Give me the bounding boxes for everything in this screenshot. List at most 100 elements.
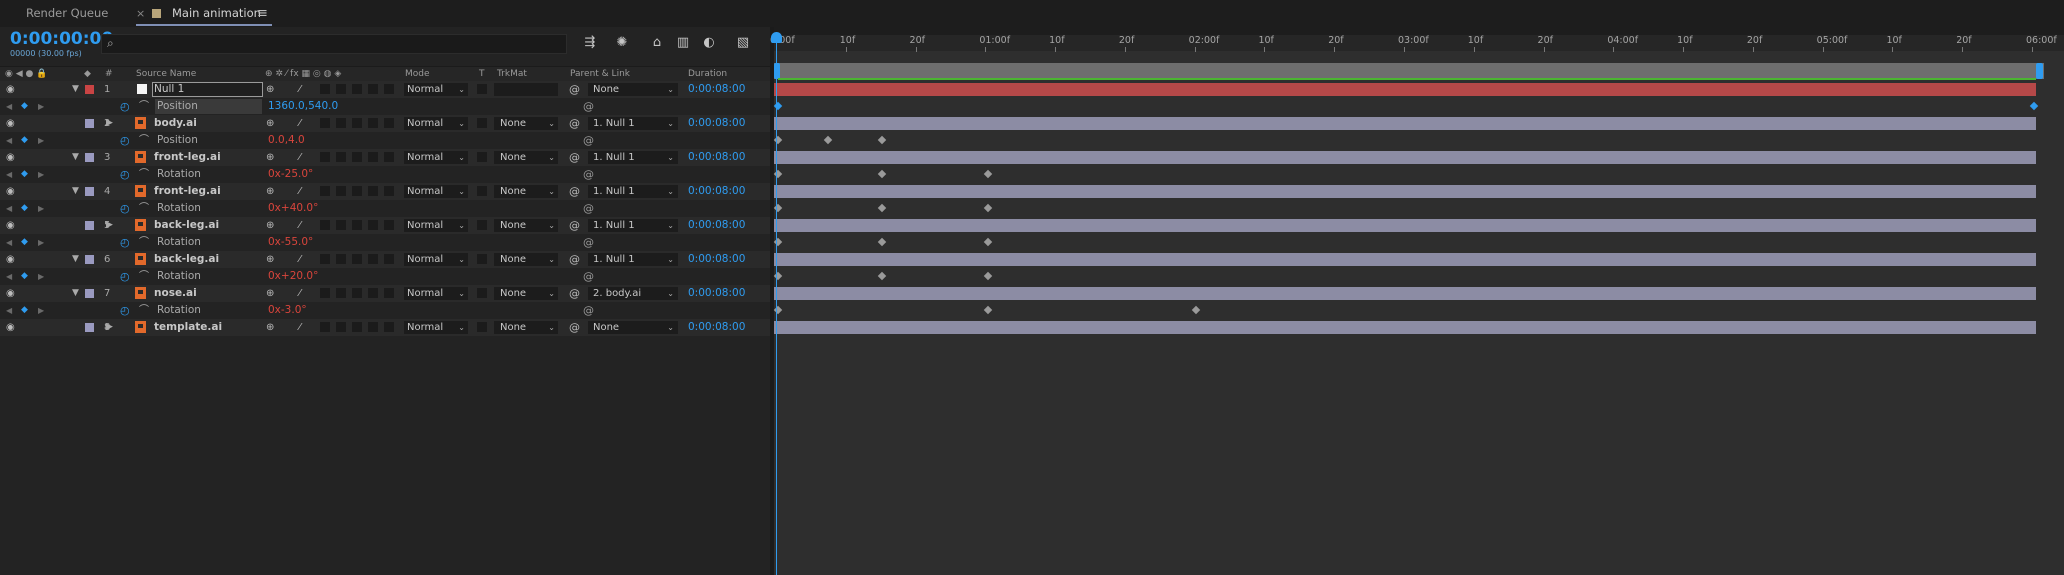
next-keyframe-icon[interactable]: ▶ <box>38 200 44 217</box>
switch-box[interactable] <box>384 152 394 162</box>
add-keyframe-icon[interactable]: ◆ <box>21 302 28 319</box>
parent-dropdown[interactable]: 1. Null 1 ⌄ <box>588 185 678 198</box>
collapse-switch-icon[interactable]: ⊕ <box>266 285 274 302</box>
switch-box[interactable] <box>320 288 330 298</box>
eye-icon[interactable]: ◉ <box>6 319 15 336</box>
property-name[interactable]: Rotation <box>157 166 201 183</box>
property-name[interactable]: Rotation <box>157 268 201 285</box>
expression-pickwhip-icon[interactable]: @ <box>583 302 594 319</box>
pickwhip-icon[interactable]: @ <box>569 217 580 234</box>
switch-box[interactable] <box>352 254 362 264</box>
work-area-start-handle[interactable] <box>774 63 780 79</box>
layer-name[interactable]: back-leg.ai <box>154 251 219 268</box>
column-duration[interactable]: Duration <box>688 67 727 81</box>
switch-box[interactable] <box>320 322 330 332</box>
layer-duration-bar[interactable] <box>774 83 2036 96</box>
switch-box[interactable] <box>336 152 346 162</box>
property-row[interactable]: ◀ ◆ ▶ ◴ ⌒ Rotation 0x-3.0° @ <box>0 302 770 319</box>
quality-switch-icon[interactable]: ⁄ <box>299 183 301 200</box>
collapse-switch-icon[interactable]: ⊕ <box>266 251 274 268</box>
layer-row[interactable]: ◉ ▶ 2 body.ai ⊕ ⁄ Normal ⌄ None ⌄ @1. Null 1 ⌄ 0:00:… <box>0 115 770 132</box>
switch-box[interactable] <box>336 118 346 128</box>
keyframe[interactable] <box>877 135 887 145</box>
quality-switch-icon[interactable]: ⁄ <box>299 115 301 132</box>
add-keyframe-icon[interactable]: ◆ <box>21 132 28 149</box>
graph-icon[interactable]: ⌒ <box>139 166 149 183</box>
parent-dropdown[interactable]: 1. Null 1 ⌄ <box>588 151 678 164</box>
keyframe[interactable] <box>983 305 992 315</box>
keyframe[interactable] <box>983 271 992 281</box>
shy-layers-icon[interactable]: ⌂ <box>648 33 666 53</box>
graph-icon[interactable]: ⌒ <box>139 132 149 149</box>
current-time-display[interactable]: 0:00:00:00 <box>10 29 113 49</box>
search-input[interactable]: ⌕ <box>101 34 567 54</box>
mode-dropdown[interactable]: Normal ⌄ <box>404 185 468 198</box>
property-value[interactable]: 0x-3.0° <box>268 302 307 319</box>
property-value[interactable]: 0x-25.0° <box>268 166 313 183</box>
switch-box[interactable] <box>320 254 330 264</box>
twirl-down-icon[interactable]: ▼ <box>72 251 79 268</box>
trkmat-dropdown[interactable]: None ⌄ <box>494 117 558 130</box>
label-color-swatch[interactable] <box>85 221 94 230</box>
switch-box[interactable] <box>384 220 394 230</box>
prev-keyframe-icon[interactable]: ◀ <box>6 268 12 285</box>
mode-dropdown[interactable]: Normal ⌄ <box>404 151 468 164</box>
property-row[interactable]: ◀ ◆ ▶ ◴ ⌒ Rotation 0x+40.0° @ <box>0 200 770 217</box>
property-value[interactable]: 0x+20.0° <box>268 268 318 285</box>
graph-editor-icon[interactable]: ▧ <box>734 33 752 53</box>
switch-box[interactable] <box>352 288 362 298</box>
trkmat-dropdown[interactable]: None ⌄ <box>494 287 558 300</box>
layer-name[interactable]: body.ai <box>154 115 197 132</box>
mode-dropdown[interactable]: Normal ⌄ <box>404 83 468 96</box>
twirl-down-icon[interactable]: ▼ <box>72 149 79 166</box>
prev-keyframe-icon[interactable]: ◀ <box>6 200 12 217</box>
trkmat-dropdown[interactable]: None ⌄ <box>494 219 558 232</box>
motion-blur-icon[interactable]: ◐ <box>700 33 718 53</box>
quality-switch-icon[interactable]: ⁄ <box>299 285 301 302</box>
layer-name[interactable]: template.ai <box>154 319 222 336</box>
switch-box[interactable] <box>368 322 378 332</box>
property-row[interactable]: ◀ ◆ ▶ ◴ ⌒ Rotation 0x-55.0° @ <box>0 234 770 251</box>
eye-icon[interactable]: ◉ <box>6 285 15 302</box>
next-keyframe-icon[interactable]: ▶ <box>38 302 44 319</box>
switch-box[interactable] <box>384 288 394 298</box>
current-time-indicator[interactable] <box>776 32 777 575</box>
preserve-transparency-box[interactable] <box>477 84 487 94</box>
switch-box[interactable] <box>384 322 394 332</box>
switch-box[interactable] <box>336 288 346 298</box>
switch-box[interactable] <box>384 118 394 128</box>
graph-icon[interactable]: ⌒ <box>139 302 149 319</box>
layer-duration-bar[interactable] <box>774 151 2036 164</box>
tab-render-queue[interactable]: Render Queue <box>26 0 108 27</box>
keyframe[interactable] <box>877 203 887 213</box>
expression-pickwhip-icon[interactable]: @ <box>583 98 594 115</box>
property-name[interactable]: Position <box>155 99 262 114</box>
switch-box[interactable] <box>368 254 378 264</box>
keyframe[interactable] <box>877 169 887 179</box>
expression-pickwhip-icon[interactable]: @ <box>583 200 594 217</box>
mode-dropdown[interactable]: Normal ⌄ <box>404 287 468 300</box>
mode-dropdown[interactable]: Normal ⌄ <box>404 253 468 266</box>
stopwatch-icon[interactable]: ◴ <box>120 98 130 115</box>
pickwhip-icon[interactable]: @ <box>569 81 580 98</box>
work-area-end-handle[interactable] <box>2036 63 2043 79</box>
switch-box[interactable] <box>352 152 362 162</box>
layer-duration-bar[interactable] <box>774 321 2036 334</box>
pickwhip-icon[interactable]: @ <box>569 251 580 268</box>
layer-row[interactable]: ◉ ▼ 1 Null 1 ⊕ ⁄ Normal ⌄ @ None ⌄ 0:00:08:00 <box>0 81 770 98</box>
trkmat-dropdown[interactable]: None ⌄ <box>494 321 558 334</box>
property-value[interactable]: 0.0,4.0 <box>268 132 305 149</box>
preserve-transparency-box[interactable] <box>477 220 487 230</box>
switch-box[interactable] <box>336 322 346 332</box>
eye-icon[interactable]: ◉ <box>6 81 15 98</box>
switch-box[interactable] <box>368 152 378 162</box>
switch-box[interactable] <box>384 254 394 264</box>
property-value[interactable]: 0x+40.0° <box>268 200 318 217</box>
switch-box[interactable] <box>384 84 394 94</box>
property-name[interactable]: Position <box>157 132 198 149</box>
switch-box[interactable] <box>352 84 362 94</box>
pickwhip-icon[interactable]: @ <box>569 285 580 302</box>
twirl-down-icon[interactable]: ▼ <box>72 81 79 98</box>
pickwhip-icon[interactable]: @ <box>569 183 580 200</box>
label-color-swatch[interactable] <box>85 119 94 128</box>
